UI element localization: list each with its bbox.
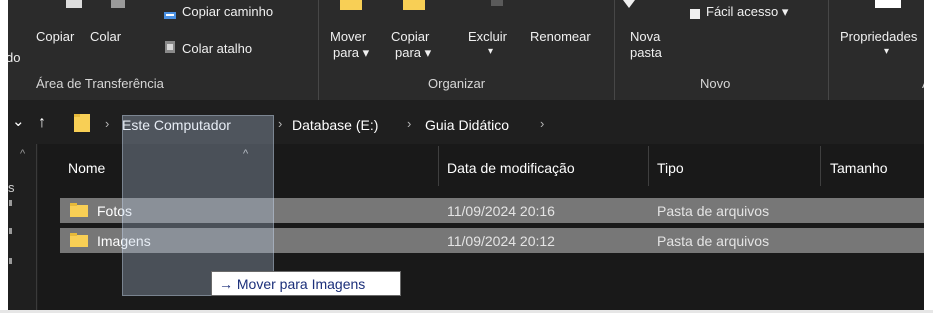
file-type: Pasta de arquivos — [657, 203, 770, 219]
delete-dropdown-arrow[interactable]: ▾ — [488, 44, 493, 59]
copy-path-button[interactable]: Copiar caminho — [182, 4, 273, 19]
breadcrumb-drive[interactable]: Database (E:) — [292, 117, 378, 133]
clipboard-group-label: Área de Transferência — [36, 76, 164, 91]
paste-button[interactable]: Colar — [90, 29, 121, 44]
copy-to-button-line1[interactable]: Copiar — [391, 29, 429, 44]
breadcrumb-current-folder[interactable]: Guia Didático — [425, 117, 509, 133]
organize-group-label: Organizar — [428, 76, 486, 91]
new-folder-button-line2[interactable]: pasta — [630, 45, 662, 60]
properties-button[interactable]: Propriedades — [840, 29, 917, 44]
column-divider[interactable] — [820, 146, 821, 186]
nav-item-marker — [9, 258, 12, 264]
pane-divider — [36, 144, 37, 310]
file-type: Pasta de arquivos — [657, 233, 770, 249]
new-folder-icon — [623, 0, 635, 8]
folder-icon — [74, 114, 90, 132]
new-group-label: Novo — [700, 76, 731, 91]
window-border-right — [924, 0, 933, 313]
drag-drop-tooltip: → Mover para Imagens — [211, 271, 401, 296]
move-to-button-line2[interactable]: para ▾ — [333, 45, 369, 60]
delete-button[interactable]: Excluir — [468, 29, 507, 44]
cut-button-fragment[interactable]: do — [6, 50, 20, 65]
copy-to-button-line2[interactable]: para ▾ — [395, 45, 431, 60]
copy-button[interactable]: Copiar — [36, 29, 74, 44]
ribbon: do Copiar Colar Copiar caminho Colar ata… — [6, 0, 931, 100]
nav-item-fragment: s — [8, 180, 15, 195]
move-to-icon — [340, 0, 362, 10]
folder-icon — [70, 203, 88, 217]
easy-access-button[interactable]: Fácil acesso ▾ — [706, 4, 788, 19]
properties-dropdown-arrow[interactable]: ▾ — [884, 44, 889, 59]
nav-scroll-up-icon[interactable]: ^ — [20, 148, 25, 160]
column-header-size[interactable]: Tamanho — [830, 160, 888, 176]
paste-shortcut-icon — [165, 41, 175, 53]
paste-icon — [111, 0, 125, 8]
breadcrumb-separator-icon: › — [407, 116, 412, 131]
navigation-pane[interactable]: ^ s — [8, 144, 38, 310]
folder-icon — [70, 233, 88, 247]
breadcrumb-separator-icon: › — [105, 116, 110, 131]
new-folder-button-line1[interactable]: Nova — [630, 29, 660, 44]
move-to-button-line1[interactable]: Mover — [330, 29, 366, 44]
copy-path-icon — [164, 12, 176, 19]
up-arrow-icon[interactable]: ↑ — [38, 114, 46, 132]
nav-item-marker — [9, 228, 12, 234]
breadcrumb-separator-icon: › — [278, 116, 283, 131]
ribbon-separator — [828, 0, 829, 100]
cut-icon — [66, 0, 82, 8]
column-header-date[interactable]: Data de modificação — [447, 160, 575, 176]
copy-to-icon — [403, 0, 425, 10]
column-divider[interactable] — [648, 146, 649, 186]
recent-locations-chevron-icon[interactable]: ⌄ — [12, 112, 25, 130]
column-header-type[interactable]: Tipo — [657, 160, 684, 176]
easy-access-icon — [690, 9, 700, 19]
breadcrumb-separator-icon: › — [540, 116, 545, 131]
window-border-left — [0, 0, 8, 313]
column-divider[interactable] — [438, 146, 439, 186]
delete-icon — [491, 0, 503, 6]
file-explorer-window: do Copiar Colar Copiar caminho Colar ata… — [0, 0, 933, 313]
rename-button[interactable]: Renomear — [530, 29, 591, 44]
properties-icon — [875, 0, 901, 8]
drag-drop-tooltip-text: → Mover para Imagens — [219, 276, 366, 292]
column-header-name[interactable]: Nome — [68, 160, 105, 176]
drag-preview-ghost — [122, 115, 274, 296]
ribbon-separator — [614, 0, 615, 100]
file-date: 11/09/2024 20:16 — [447, 203, 555, 219]
ribbon-separator — [318, 0, 319, 100]
paste-shortcut-button[interactable]: Colar atalho — [182, 41, 252, 56]
file-date: 11/09/2024 20:12 — [447, 233, 555, 249]
nav-item-marker — [9, 200, 12, 206]
